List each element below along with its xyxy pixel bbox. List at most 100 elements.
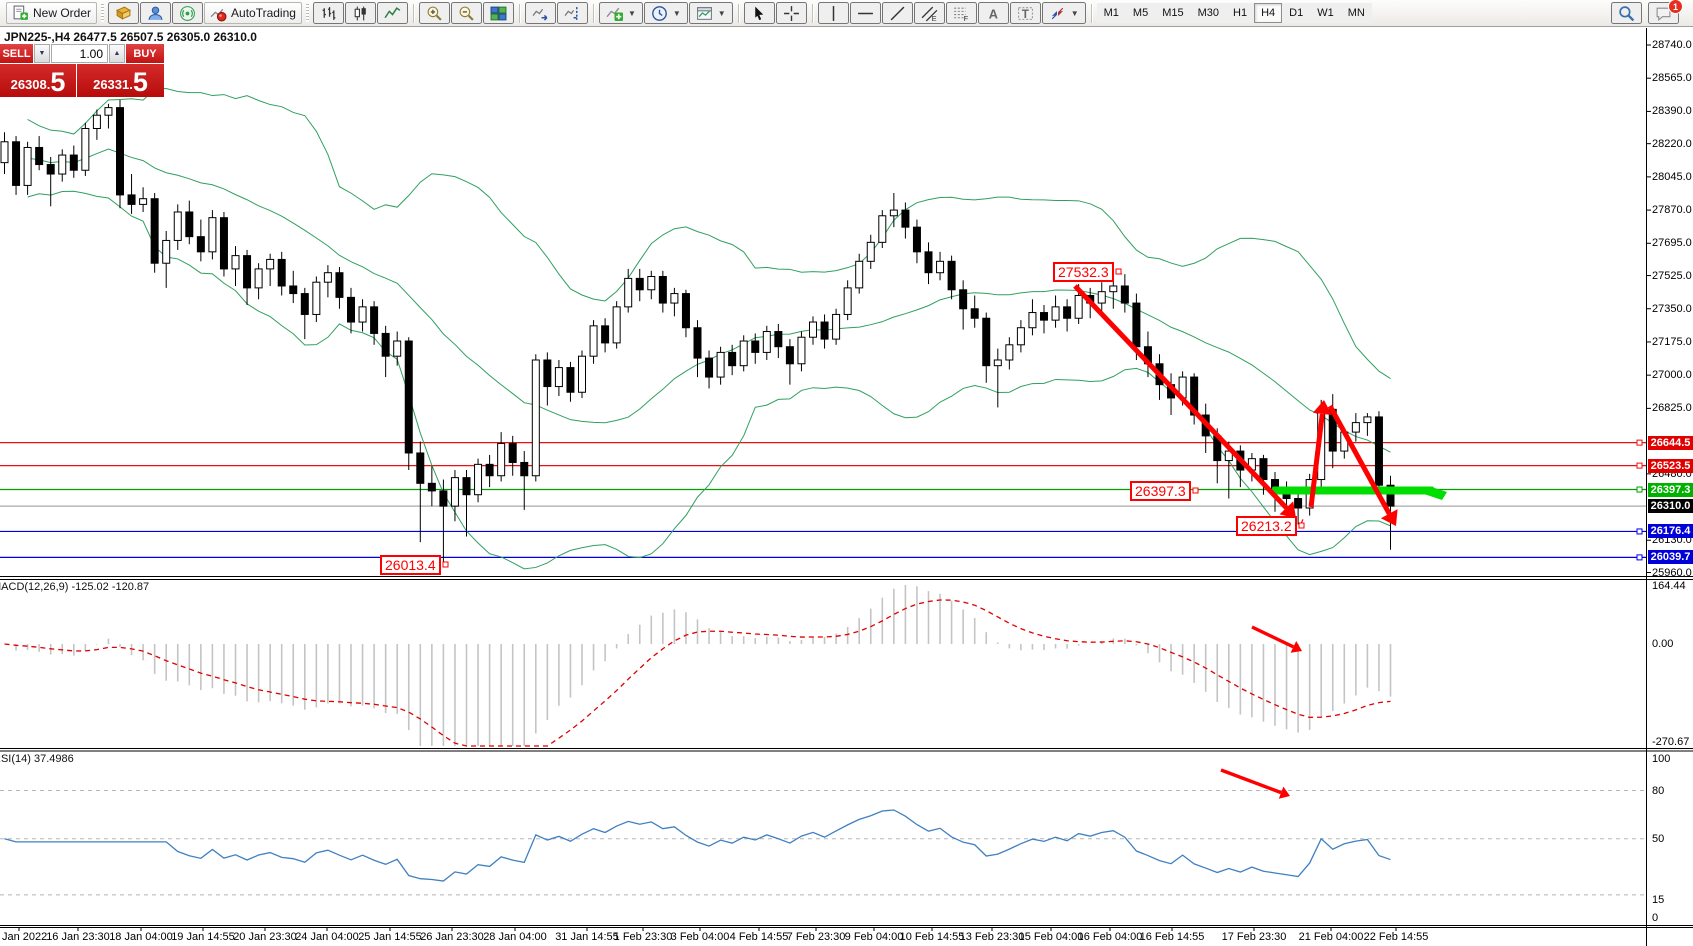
timeframe-button-h4[interactable]: H4	[1254, 3, 1282, 23]
buy-price-button[interactable]: 26331.5	[77, 64, 164, 97]
cursor-icon	[751, 5, 768, 22]
signals-button[interactable]	[172, 2, 203, 24]
trend-arrow-line[interactable]	[1252, 627, 1293, 647]
bollinger-middle-band	[28, 149, 1391, 452]
level-anchor-square[interactable]	[1637, 555, 1642, 560]
candle-body	[960, 290, 967, 309]
support-highlight-band[interactable]	[1272, 487, 1434, 495]
price-axis-label: 26825.0	[1652, 402, 1692, 414]
timeframe-button-h1[interactable]: H1	[1226, 3, 1254, 23]
date-axis-label[interactable]: 9 Feb 04:00	[845, 931, 904, 943]
level-anchor-square[interactable]	[1637, 487, 1642, 492]
candlestick-chart-button[interactable]	[345, 2, 376, 24]
search-button[interactable]	[1611, 2, 1642, 24]
trendline-icon	[889, 5, 906, 22]
volume-up-spinner[interactable]: ▲	[109, 44, 125, 63]
sell-price-big-digit: 5	[50, 69, 65, 95]
candle-body	[544, 360, 551, 387]
date-axis-label[interactable]: 16 Jan 23:30	[46, 931, 110, 943]
price-callout[interactable]: 26213.2	[1236, 516, 1297, 536]
date-axis-label[interactable]: 20 Jan 23:30	[233, 931, 297, 943]
candle-body	[798, 337, 805, 364]
price-callout[interactable]: 27532.3	[1053, 262, 1114, 282]
date-axis-label[interactable]: 4 Feb 14:55	[730, 931, 789, 943]
macd-axis-label: -270.67	[1652, 736, 1689, 748]
date-axis-label[interactable]: 15 Feb 04:00	[1019, 931, 1084, 943]
volume-input[interactable]: 1.00	[51, 44, 108, 63]
price-callout[interactable]: 26013.4	[380, 555, 441, 575]
zoom-out-button[interactable]	[451, 2, 482, 24]
price-callout[interactable]: 26397.3	[1130, 481, 1191, 501]
level-anchor-square[interactable]	[1637, 463, 1642, 468]
notifications-button[interactable]: 1	[1648, 2, 1679, 24]
trend-arrow-line[interactable]	[1075, 286, 1286, 508]
zoom-in-button[interactable]	[419, 2, 450, 24]
chart-shift-button[interactable]	[557, 2, 588, 24]
candle-body	[682, 294, 689, 328]
community-button[interactable]	[140, 2, 171, 24]
date-axis-label[interactable]: 17 Feb 23:30	[1222, 931, 1287, 943]
chart-canvas[interactable]	[0, 0, 1693, 946]
date-axis-label[interactable]: 25 Jan 14:55	[358, 931, 422, 943]
timeframe-button-w1[interactable]: W1	[1310, 3, 1341, 23]
journal-button[interactable]	[108, 2, 139, 24]
vertical-line-button[interactable]	[818, 2, 849, 24]
date-axis-label[interactable]: 28 Jan 04:00	[483, 931, 547, 943]
bar-chart-button[interactable]	[313, 2, 344, 24]
date-axis-label[interactable]: 3 Feb 04:00	[671, 931, 730, 943]
timeframe-button-m1[interactable]: M1	[1097, 3, 1126, 23]
date-axis-label[interactable]: 7 Feb 23:30	[787, 931, 846, 943]
date-axis-label[interactable]: 21 Feb 04:00	[1299, 931, 1364, 943]
date-axis-label[interactable]: 10 Feb 14:55	[900, 931, 965, 943]
sell-price-button[interactable]: 26308.5	[0, 64, 76, 97]
horizontal-line-button[interactable]	[850, 2, 881, 24]
tile-windows-icon	[490, 5, 507, 22]
trendline-button[interactable]	[882, 2, 913, 24]
autotrading-button[interactable]: AutoTrading	[204, 2, 302, 24]
text-button[interactable]: A	[978, 2, 1009, 24]
templates-button[interactable]: ▼	[689, 2, 733, 24]
date-axis-label[interactable]: Jan 2022	[2, 931, 47, 943]
timeframe-button-m30[interactable]: M30	[1191, 3, 1226, 23]
date-axis-label[interactable]: 1 Feb 23:30	[614, 931, 673, 943]
svg-text:E: E	[931, 13, 936, 21]
fibonacci-button[interactable]: F	[946, 2, 977, 24]
candle-body	[382, 333, 389, 356]
equidistant-channel-button[interactable]: E	[914, 2, 945, 24]
date-axis-label[interactable]: 31 Jan 14:55	[555, 931, 619, 943]
timeframe-button-d1[interactable]: D1	[1282, 3, 1310, 23]
timeframe-button-m5[interactable]: M5	[1126, 3, 1155, 23]
date-axis-label[interactable]: 18 Jan 04:00	[109, 931, 173, 943]
periods-button[interactable]: ▼	[644, 2, 688, 24]
date-axis-label[interactable]: 22 Feb 14:55	[1364, 931, 1429, 943]
trend-arrow-line[interactable]	[1221, 770, 1281, 793]
level-anchor-square[interactable]	[1637, 529, 1642, 534]
volume-down-spinner[interactable]: ▼	[34, 44, 50, 63]
date-axis-label[interactable]: 16 Feb 14:55	[1140, 931, 1205, 943]
candle-body	[324, 273, 331, 282]
callout-anchor-square	[443, 562, 448, 567]
date-axis-label[interactable]: 26 Jan 23:30	[420, 931, 484, 943]
new-order-button[interactable]: New Order	[6, 2, 97, 24]
candle-body	[1041, 313, 1048, 321]
candle-body	[532, 360, 539, 476]
candle-body	[602, 326, 609, 343]
arrows-button[interactable]: ▼	[1042, 2, 1086, 24]
tile-windows-button[interactable]	[483, 2, 514, 24]
candle-body	[867, 242, 874, 261]
text-label-button[interactable]: T	[1010, 2, 1041, 24]
level-anchor-square[interactable]	[1637, 440, 1642, 445]
crosshair-button[interactable]	[776, 2, 807, 24]
buy-header-button[interactable]: BUY	[126, 44, 164, 63]
date-axis-label[interactable]: 13 Feb 23:30	[960, 931, 1025, 943]
date-axis-label[interactable]: 16 Feb 04:00	[1078, 931, 1143, 943]
sell-header-button[interactable]: SELL	[0, 44, 33, 63]
date-axis-label[interactable]: 24 Jan 04:00	[295, 931, 359, 943]
indicators-button[interactable]: ▼	[599, 2, 643, 24]
auto-scroll-button[interactable]	[525, 2, 556, 24]
line-chart-button[interactable]	[377, 2, 408, 24]
timeframe-button-m15[interactable]: M15	[1155, 3, 1190, 23]
date-axis-label[interactable]: 19 Jan 14:55	[171, 931, 235, 943]
timeframe-button-mn[interactable]: MN	[1341, 3, 1372, 23]
cursor-button[interactable]	[744, 2, 775, 24]
